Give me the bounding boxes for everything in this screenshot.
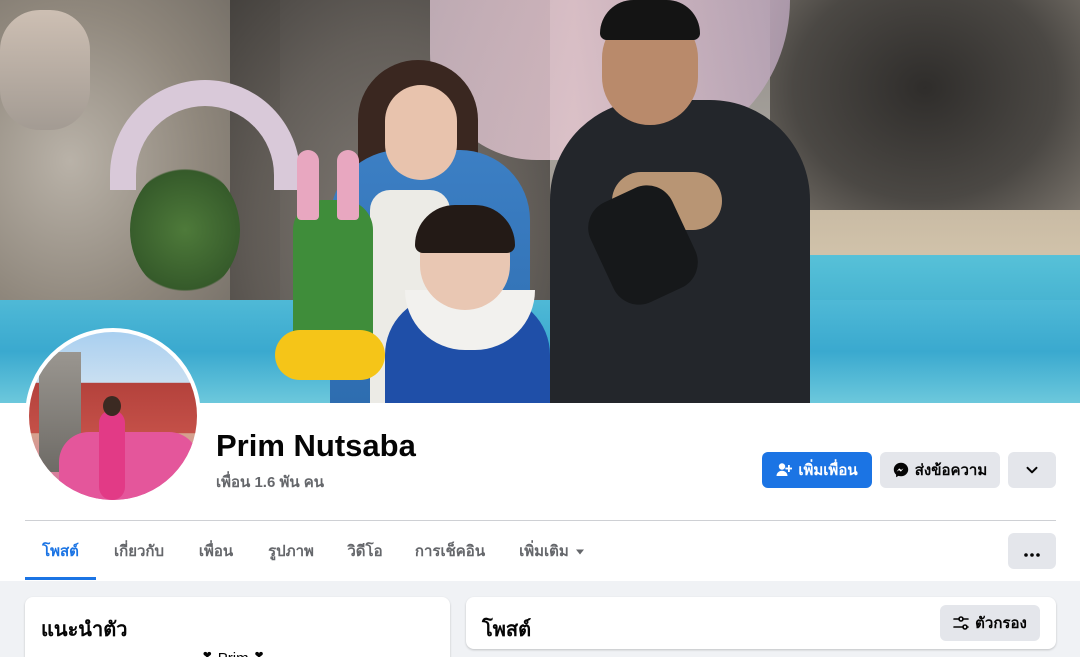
avatar-flowers	[59, 432, 197, 500]
more-options-button[interactable]	[1008, 533, 1056, 569]
posts-title: โพสต์	[482, 619, 532, 641]
tab-checkins[interactable]: การเช็คอิน	[400, 522, 500, 580]
add-friend-label: เพิ่มเพื่อน	[798, 462, 858, 479]
tab-label: วิดีโอ	[347, 543, 383, 560]
filter-button[interactable]: ตัวกรอง	[940, 605, 1040, 641]
tab-label: เกี่ยวกับ	[113, 543, 165, 560]
tab-about[interactable]: เกี่ยวกับ	[98, 522, 180, 580]
tab-label: เพื่อน	[198, 543, 234, 560]
tab-label: รูปภาพ	[268, 543, 314, 560]
chevron-down-icon	[1025, 463, 1039, 477]
avatar[interactable]	[29, 332, 197, 500]
tab-label: การเช็คอิน	[414, 543, 486, 560]
tab-videos[interactable]: วิดีโอ	[334, 522, 396, 580]
cover-cave	[770, 0, 1080, 220]
offering-tip	[337, 150, 359, 220]
tab-posts[interactable]: โพสต์	[25, 522, 96, 580]
intro-title: แนะนำตัว	[41, 619, 128, 641]
filter-label: ตัวกรอง	[975, 615, 1027, 632]
cover-offering	[275, 150, 385, 390]
friend-count[interactable]: เพื่อน 1.6 พัน คน	[216, 470, 324, 494]
offering-leaf	[293, 200, 373, 350]
cover-person-head	[385, 85, 457, 180]
add-friend-icon	[776, 462, 793, 478]
tab-label: เพิ่มเติม	[519, 543, 569, 560]
avatar-person	[99, 410, 125, 500]
tab-label: โพสต์	[42, 543, 79, 560]
caret-down-icon	[575, 543, 585, 560]
filter-icon	[953, 615, 969, 631]
cover-person-hair	[600, 0, 700, 40]
profile-name: Prim Nutsaba	[216, 428, 416, 463]
tab-friends[interactable]: เพื่อน	[184, 522, 248, 580]
messenger-icon	[893, 462, 909, 478]
tab-more[interactable]: เพิ่มเติม	[506, 522, 598, 580]
intro-bio: ❣ Prim ❣	[201, 649, 265, 657]
offering-flowers	[275, 330, 385, 380]
intro-card: แนะนำตัว ❣ Prim ❣	[25, 597, 450, 657]
add-friend-button[interactable]: เพิ่มเพื่อน	[762, 452, 872, 488]
cover-plant	[130, 165, 240, 295]
header-divider	[25, 520, 1056, 521]
cover-statue	[0, 10, 90, 130]
avatar-person-head	[103, 396, 121, 416]
tab-photos[interactable]: รูปภาพ	[252, 522, 330, 580]
profile-options-button[interactable]	[1008, 452, 1056, 488]
message-button[interactable]: ส่งข้อความ	[880, 452, 1000, 488]
ellipsis-icon	[1024, 541, 1040, 562]
message-label: ส่งข้อความ	[914, 462, 988, 479]
offering-tip	[297, 150, 319, 220]
